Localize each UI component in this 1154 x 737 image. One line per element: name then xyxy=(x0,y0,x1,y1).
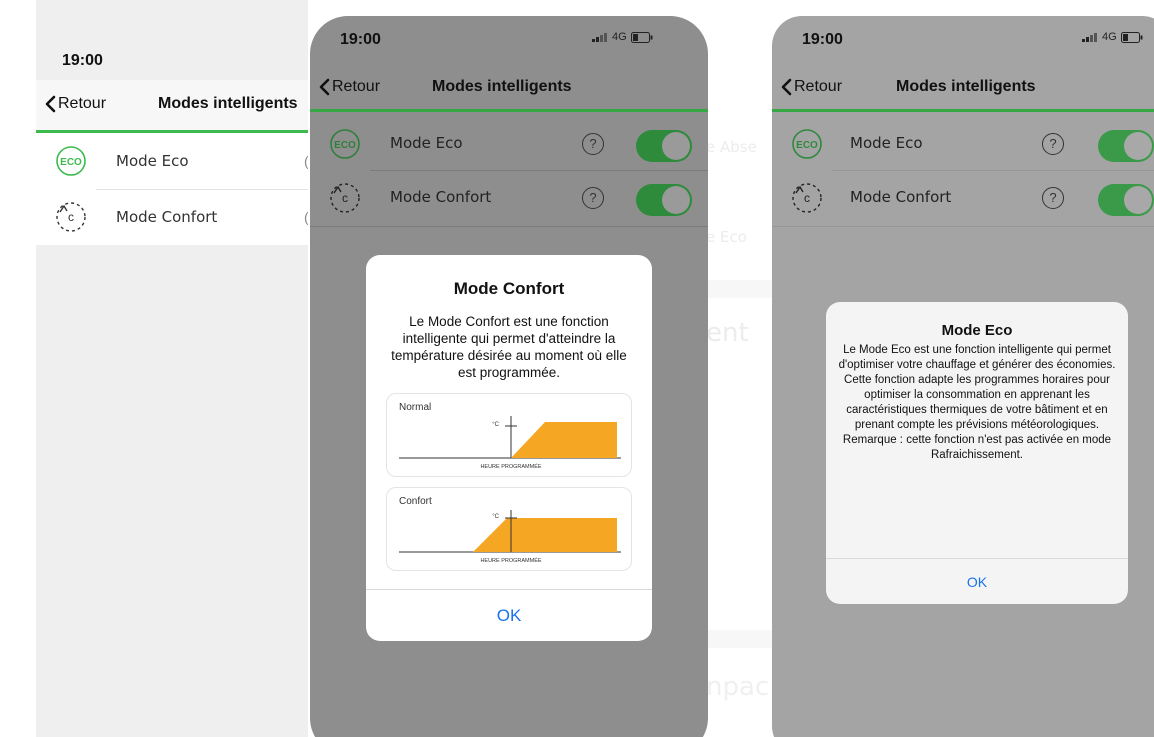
chevron-left-icon xyxy=(319,78,330,96)
toggle-knob xyxy=(1124,132,1152,160)
network-label: 4G xyxy=(1102,31,1117,43)
mode-label: Mode Eco xyxy=(850,134,923,152)
back-label: Retour xyxy=(794,78,843,95)
status-indicators: 4G xyxy=(1082,31,1143,43)
toggle-mode-eco[interactable] xyxy=(636,130,692,162)
back-button[interactable]: Retour xyxy=(780,78,842,96)
divider xyxy=(772,226,1154,227)
mode-label: Mode Confort xyxy=(390,188,492,206)
status-time: 19:00 xyxy=(62,52,103,69)
eco-icon: ECO xyxy=(56,146,86,176)
dialog-title: Mode Confort xyxy=(453,279,565,298)
list-item-mode-confort[interactable]: c Mode Confort ? xyxy=(310,172,708,224)
graph-normal: Normal °C HEURE PROGRAMMÉE xyxy=(386,393,632,477)
page-title: Modes intelligents xyxy=(432,78,572,95)
mode-label: Mode Confort xyxy=(850,188,952,206)
info-dialog-mode-confort: Mode Confort Le Mode Confort est une fon… xyxy=(366,255,652,641)
help-icon[interactable]: ? xyxy=(582,187,604,209)
eco-icon: ECO xyxy=(330,129,360,159)
help-icon[interactable]: ? xyxy=(1042,133,1064,155)
back-button[interactable]: Retour xyxy=(318,78,380,96)
svg-text:°C: °C xyxy=(492,514,499,520)
phone-screen-confort-dialog: 19:00 4G Retour Modes intelligents ECO M… xyxy=(310,16,708,737)
list-item-mode-eco[interactable]: ECO Mode Eco ( xyxy=(36,133,308,190)
svg-text:ECO: ECO xyxy=(796,140,818,151)
info-dialog-mode-eco: Mode Eco Le Mode Eco est une fonction in… xyxy=(826,302,1128,604)
dialog-body: Le Mode Eco est une fonction intelligent… xyxy=(838,344,1116,461)
back-button[interactable]: Retour xyxy=(44,95,106,113)
list-item-mode-eco[interactable]: ECO Mode Eco ? xyxy=(310,118,708,170)
modes-list: ECO Mode Eco ( c Mode Confort ( xyxy=(36,133,308,245)
list-item-mode-confort[interactable]: c Mode Confort ( xyxy=(36,189,308,245)
svg-text:c: c xyxy=(804,191,810,205)
help-icon[interactable]: ? xyxy=(582,133,604,155)
toggle-mode-confort[interactable] xyxy=(1098,184,1154,216)
network-label: 4G xyxy=(612,31,627,43)
divider xyxy=(310,226,708,227)
ok-button[interactable]: OK xyxy=(826,558,1128,604)
list-item-mode-confort[interactable]: c Mode Confort ? xyxy=(772,172,1154,224)
background-fragment: e Abse xyxy=(706,138,757,156)
background-fragment: ent xyxy=(706,318,749,348)
battery-icon xyxy=(630,31,653,43)
eco-icon: ECO xyxy=(792,129,822,159)
graph-normal-drawing: °C HEURE PROGRAMMÉE xyxy=(399,416,621,470)
back-label: Retour xyxy=(58,95,107,112)
toggle-knob xyxy=(662,186,690,214)
battery-icon xyxy=(1120,31,1143,43)
dialog-body: Le Mode Confort est une fonction intelli… xyxy=(391,314,627,380)
mode-label: Mode Confort xyxy=(116,208,218,226)
page-title: Modes intelligents xyxy=(158,95,298,112)
accent-divider xyxy=(772,109,1154,112)
svg-text:ECO: ECO xyxy=(60,157,82,168)
toggle-mode-eco[interactable] xyxy=(1098,130,1154,162)
help-icon[interactable]: ? xyxy=(1042,187,1064,209)
confort-icon: c xyxy=(56,202,86,232)
help-icon[interactable]: ( xyxy=(304,209,308,225)
chevron-left-icon xyxy=(781,78,792,96)
svg-text:HEURE PROGRAMMÉE: HEURE PROGRAMMÉE xyxy=(480,463,541,470)
toggle-knob xyxy=(1124,186,1152,214)
svg-text:°C: °C xyxy=(492,422,499,428)
signal-icon xyxy=(1082,33,1097,42)
chevron-left-icon xyxy=(45,95,56,113)
status-time: 19:00 xyxy=(340,31,381,48)
svg-text:c: c xyxy=(68,210,74,224)
graph-confort: Confort °C HEURE PROGRAMMÉE xyxy=(386,487,632,571)
svg-text:c: c xyxy=(342,191,348,205)
status-indicators: 4G xyxy=(592,31,653,43)
ok-button[interactable]: OK xyxy=(366,589,652,641)
phone-screen-list: 19:00 Retour Modes intelligents ECO Mode… xyxy=(36,0,308,737)
graph-confort-drawing: °C HEURE PROGRAMMÉE xyxy=(399,510,621,564)
help-icon[interactable]: ( xyxy=(304,153,308,169)
list-item-mode-eco[interactable]: ECO Mode Eco ? xyxy=(772,118,1154,170)
svg-text:ECO: ECO xyxy=(334,140,356,151)
confort-icon: c xyxy=(330,183,360,213)
toggle-mode-confort[interactable] xyxy=(636,184,692,216)
background-fragment: npac xyxy=(706,672,770,702)
divider xyxy=(370,170,708,171)
toggle-knob xyxy=(662,132,690,160)
page-title: Modes intelligents xyxy=(896,78,1036,95)
svg-text:HEURE PROGRAMMÉE: HEURE PROGRAMMÉE xyxy=(480,557,541,564)
background-fragment: e Eco xyxy=(706,228,747,246)
mode-label: Mode Eco xyxy=(116,152,189,170)
signal-icon xyxy=(592,33,607,42)
back-label: Retour xyxy=(332,78,381,95)
mode-label: Mode Eco xyxy=(390,134,463,152)
dialog-title: Mode Eco xyxy=(941,322,1013,339)
status-time: 19:00 xyxy=(802,31,843,48)
confort-icon: c xyxy=(792,183,822,213)
phone-screen-eco-dialog: 19:00 4G Retour Modes intelligents ECO M… xyxy=(772,16,1154,737)
accent-divider xyxy=(310,109,708,112)
divider xyxy=(832,170,1154,171)
